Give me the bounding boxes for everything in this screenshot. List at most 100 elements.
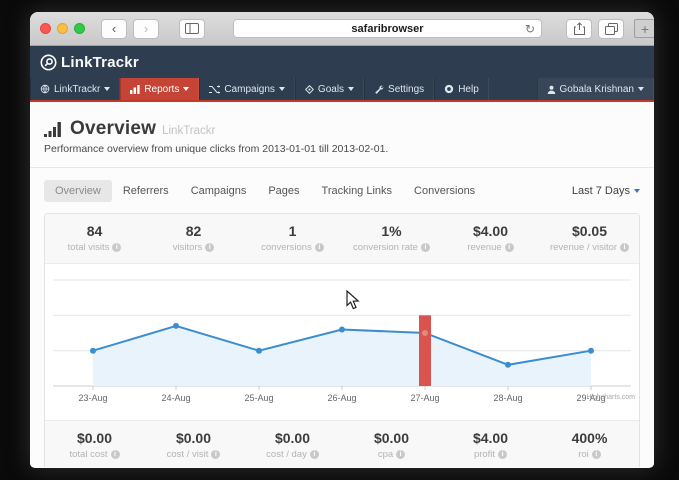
page-title: Overview xyxy=(70,118,156,140)
page-subtitle: Performance overview from unique clicks … xyxy=(44,143,640,155)
close-window-button[interactable] xyxy=(40,23,51,34)
share-icon xyxy=(574,22,585,35)
nav-label: Settings xyxy=(388,84,424,95)
overview-panel: 84 total visits 82 visitors 1 conversion… xyxy=(44,213,640,467)
visits-chart[interactable]: 23-Aug24-Aug25-Aug26-Aug27-Aug28-Aug29-A… xyxy=(45,264,639,420)
tab-conversions[interactable]: Conversions xyxy=(403,180,486,202)
svg-text:28-Aug: 28-Aug xyxy=(493,393,522,403)
nav-label: Goals xyxy=(318,84,344,95)
nav-label: Campaigns xyxy=(224,84,275,95)
main-nav: LinkTrackr Reports Campaigns xyxy=(30,78,654,100)
stat-visitors: 82 visitors xyxy=(144,214,243,263)
window-controls xyxy=(40,23,85,34)
linktrackr-logo-icon xyxy=(40,54,57,71)
forward-button[interactable]: › xyxy=(133,19,159,39)
nav-item-reports[interactable]: Reports xyxy=(120,78,199,100)
caret-down-icon xyxy=(183,87,189,91)
stat-profit: $4.00 profit xyxy=(441,421,540,467)
help-icon xyxy=(444,84,454,94)
stat-roi: 400% roi xyxy=(540,421,639,467)
minimize-window-button[interactable] xyxy=(57,23,68,34)
svg-text:27-Aug: 27-Aug xyxy=(410,393,439,403)
svg-text:26-Aug: 26-Aug xyxy=(327,393,356,403)
svg-text:Highcharts.com: Highcharts.com xyxy=(586,394,635,401)
info-icon[interactable] xyxy=(620,243,629,252)
plus-icon: + xyxy=(641,21,649,37)
site-header: LinkTrackr xyxy=(30,46,654,78)
nav-spacer xyxy=(489,78,537,100)
caret-down-icon xyxy=(638,87,644,91)
section-divider xyxy=(30,167,654,168)
stat-cpa: $0.00 cpa xyxy=(342,421,441,467)
nav-item-help[interactable]: Help xyxy=(434,78,489,100)
bar-chart-icon xyxy=(130,85,140,94)
show-tabs-button[interactable] xyxy=(598,19,624,39)
tabs-overview-icon xyxy=(605,23,618,35)
info-icon[interactable] xyxy=(310,450,319,459)
user-name: Gobala Krishnan xyxy=(560,84,635,95)
stat-cost-day: $0.00 cost / day xyxy=(243,421,342,467)
safari-window: ‹ › safaribrowser ↻ xyxy=(30,12,654,468)
info-icon[interactable] xyxy=(211,450,220,459)
nav-label: LinkTrackr xyxy=(54,84,100,95)
svg-text:23-Aug: 23-Aug xyxy=(78,393,107,403)
reload-icon[interactable]: ↻ xyxy=(525,22,535,36)
info-icon[interactable] xyxy=(505,243,514,252)
info-icon[interactable] xyxy=(396,450,405,459)
info-icon[interactable] xyxy=(421,243,430,252)
top-stats-row: 84 total visits 82 visitors 1 conversion… xyxy=(45,214,639,264)
stat-total-cost: $0.00 total cost xyxy=(45,421,144,467)
page-head: Overview LinkTrackr Performance overview… xyxy=(44,118,640,155)
info-icon[interactable] xyxy=(112,243,121,252)
tab-referrers[interactable]: Referrers xyxy=(112,180,180,202)
report-tabs: Overview Referrers Campaigns Pages Track… xyxy=(44,180,640,202)
caret-down-icon xyxy=(104,87,110,91)
new-tab-button[interactable]: + xyxy=(634,19,654,38)
period-selector[interactable]: Last 7 Days xyxy=(572,185,640,197)
share-button[interactable] xyxy=(566,19,592,39)
tab-tracking-links[interactable]: Tracking Links xyxy=(311,180,404,202)
caret-down-icon xyxy=(279,87,285,91)
logo-text: LinkTrackr xyxy=(61,54,139,71)
info-icon[interactable] xyxy=(498,450,507,459)
sidebar-button[interactable] xyxy=(179,19,205,39)
caret-down-icon xyxy=(634,189,640,193)
svg-text:25-Aug: 25-Aug xyxy=(244,393,273,403)
back-button[interactable]: ‹ xyxy=(101,19,127,39)
stat-revenue-visitor: $0.05 revenue / visitor xyxy=(540,214,639,263)
info-icon[interactable] xyxy=(315,243,324,252)
wrench-icon xyxy=(374,84,384,94)
back-icon: ‹ xyxy=(112,22,116,35)
stat-conversions: 1 conversions xyxy=(243,214,342,263)
browser-toolbar: ‹ › safaribrowser ↻ xyxy=(30,12,654,46)
nav-item-settings[interactable]: Settings xyxy=(364,78,434,100)
stat-conversion-rate: 1% conversion rate xyxy=(342,214,441,263)
overview-bars-icon xyxy=(44,122,64,137)
stat-cost-visit: $0.00 cost / visit xyxy=(144,421,243,467)
page-content: Overview LinkTrackr Performance overview… xyxy=(30,102,654,467)
info-icon[interactable] xyxy=(111,450,120,459)
stat-total-visits: 84 total visits xyxy=(45,214,144,263)
caret-down-icon xyxy=(348,87,354,91)
zoom-window-button[interactable] xyxy=(74,23,85,34)
address-bar[interactable]: safaribrowser ↻ xyxy=(233,19,542,38)
nav-label: Reports xyxy=(144,84,179,95)
tab-overview[interactable]: Overview xyxy=(44,180,112,202)
tab-pages[interactable]: Pages xyxy=(257,180,310,202)
bottom-stats-row: $0.00 total cost $0.00 cost / visit $0.0… xyxy=(45,420,639,467)
forward-icon: › xyxy=(144,22,148,35)
sidebar-icon xyxy=(185,23,199,34)
nav-item-campaigns[interactable]: Campaigns xyxy=(199,78,295,100)
stat-revenue: $4.00 revenue xyxy=(441,214,540,263)
globe-icon xyxy=(40,84,50,94)
info-icon[interactable] xyxy=(205,243,214,252)
nav-label: Help xyxy=(458,84,479,95)
info-icon[interactable] xyxy=(592,450,601,459)
screenshot-frame: ‹ › safaribrowser ↻ xyxy=(0,0,679,480)
nav-item-linktrackr[interactable]: LinkTrackr xyxy=(30,78,120,100)
nav-item-goals[interactable]: Goals xyxy=(295,78,364,100)
tab-campaigns[interactable]: Campaigns xyxy=(180,180,258,202)
user-icon xyxy=(547,85,556,94)
user-menu[interactable]: Gobala Krishnan xyxy=(537,78,655,100)
linktrackr-logo[interactable]: LinkTrackr xyxy=(40,54,139,71)
